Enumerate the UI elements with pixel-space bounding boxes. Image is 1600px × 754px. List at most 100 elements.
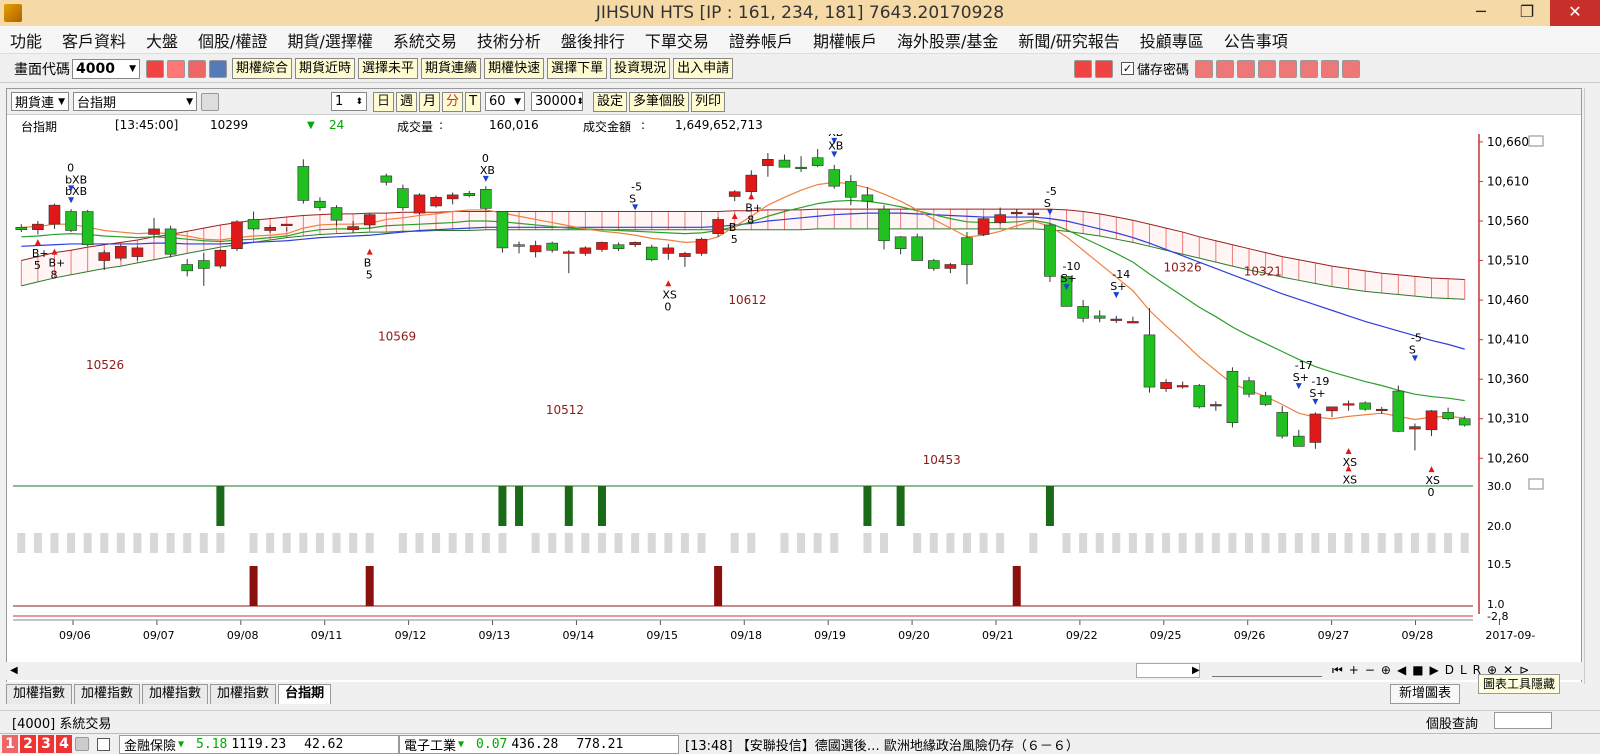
menu-item-11[interactable]: 海外股票/基金 [887, 28, 1008, 52]
chart-tab-0[interactable]: 加權指數 [6, 684, 73, 704]
page-2-button[interactable]: 2 [20, 735, 36, 753]
screen-code-select[interactable]: 4000 ▼ [72, 58, 140, 79]
period-button-0[interactable]: 日 [373, 91, 395, 112]
save-password-label: 儲存密碼 [1136, 63, 1189, 78]
tool-icon-3[interactable] [1237, 59, 1255, 78]
indicator-gray-bar [631, 533, 640, 553]
close-button[interactable]: ✕ [1550, 0, 1600, 26]
tool-icon-5[interactable] [1279, 59, 1297, 78]
ticker-checkbox[interactable] [97, 737, 110, 751]
price-tick-label: 10,460 [1487, 293, 1529, 307]
add-chart-button[interactable]: 新增圖表 [1390, 684, 1461, 704]
chart-type-select[interactable]: 期貨連 ▼ [11, 92, 69, 111]
menu-item-14[interactable]: 公告事項 [1214, 28, 1298, 52]
indicator-gray-bar [913, 533, 922, 553]
arrow-left-icon[interactable] [1073, 59, 1092, 78]
symbol-select[interactable]: 台指期 ▼ [73, 92, 197, 111]
vertical-scrollbar[interactable] [1584, 88, 1600, 684]
toolbar-button-6[interactable]: 投資現況 [610, 58, 671, 79]
window-tab[interactable]: [4000] 系統交易 [12, 713, 111, 732]
toolbar-button-3[interactable]: 期貨連續 [421, 58, 482, 79]
menu-item-6[interactable]: 技術分析 [467, 28, 551, 52]
signal-value: -5 [1411, 331, 1422, 344]
menu-item-1[interactable]: 客戶資料 [52, 28, 136, 52]
count-stepper[interactable]: 1 ⬍ [331, 92, 367, 111]
page-1-button[interactable]: 1 [2, 735, 18, 753]
candle-body [32, 223, 44, 230]
minimize-button[interactable]: ─ [1458, 0, 1504, 26]
print-button[interactable]: 列印 [691, 91, 726, 112]
menu-item-2[interactable]: 大盤 [136, 28, 188, 52]
tool-icon-8[interactable] [1342, 59, 1360, 78]
period-button-2[interactable]: 月 [419, 91, 441, 112]
hide-tools-tooltip[interactable]: 圖表工具隱藏 [1478, 674, 1561, 694]
period-button-1[interactable]: 週 [396, 91, 418, 112]
signal-label: XB [480, 164, 495, 177]
chevron-down-icon: ▼ [186, 96, 193, 107]
search-icon[interactable] [146, 59, 164, 78]
screen-code-value: 4000 [76, 60, 115, 77]
toolbar-button-2[interactable]: 選擇未平 [358, 58, 419, 79]
multi-stock-button[interactable]: 多筆個股 [629, 91, 690, 112]
chart-tab-4[interactable]: 台指期 [278, 684, 332, 704]
scroll-right-icon[interactable]: ▶ [1192, 665, 1200, 676]
menu-item-12[interactable]: 新聞/研究報告 [1008, 28, 1129, 52]
candle-body [1210, 404, 1222, 407]
window-tab-row: [4000] 系統交易 個股查詢 [0, 710, 1600, 732]
toolbar-button-0[interactable]: 期權綜合 [232, 58, 293, 79]
horizontal-scrollbar-thumb[interactable] [1136, 663, 1200, 678]
scroll-left-icon[interactable]: ◀ [10, 665, 18, 676]
chart-tab-1[interactable]: 加權指數 [74, 684, 141, 704]
price-chart[interactable]: 105261056910512106121045310326 10321bXB0b… [7, 134, 1581, 664]
menu-item-7[interactable]: 盤後排行 [551, 28, 635, 52]
chart-annotation: 10512 [546, 403, 584, 417]
tool-icon-2[interactable] [1216, 59, 1234, 78]
chart-tab-3[interactable]: 加權指數 [210, 684, 277, 704]
menu-item-8[interactable]: 下單交易 [635, 28, 719, 52]
signal-value: 5 [366, 269, 373, 282]
indicator-gray-bar [1294, 533, 1303, 553]
period-button-3[interactable]: 分 [442, 91, 464, 112]
chart-tab-2[interactable]: 加權指數 [142, 684, 209, 704]
candle-body [181, 264, 194, 272]
menu-item-5[interactable]: 系統交易 [383, 28, 467, 52]
candle-body [1226, 370, 1239, 423]
indicator-gray-bar [1460, 533, 1469, 553]
menu-item-9[interactable]: 證券帳戶 [719, 28, 803, 52]
calendar-icon[interactable] [188, 59, 206, 78]
menu-item-0[interactable]: 功能 [0, 28, 52, 52]
date-tick-label: 09/14 [562, 629, 594, 642]
tool-icon-1[interactable] [1195, 59, 1213, 78]
arrow-right-icon[interactable] [1094, 59, 1113, 78]
folder-icon[interactable] [167, 59, 185, 78]
tool-icon-7[interactable] [1321, 59, 1339, 78]
chart-annotation: 10526 [86, 358, 124, 372]
magnifier-icon[interactable] [201, 92, 219, 111]
menu-item-3[interactable]: 個股/權證 [188, 28, 277, 52]
tool-icon-4[interactable] [1258, 59, 1276, 78]
lock-icon[interactable] [75, 737, 89, 751]
stock-query-input[interactable] [1494, 712, 1552, 729]
indicator-gray-bar [1079, 533, 1088, 553]
period-button-4[interactable]: T [465, 91, 482, 112]
page-4-button[interactable]: 4 [56, 735, 72, 753]
dropdown-icon[interactable] [209, 59, 227, 78]
maximize-button[interactable]: ❐ [1504, 0, 1550, 26]
candle-body [529, 245, 542, 253]
menu-item-10[interactable]: 期權帳戶 [803, 28, 887, 52]
toolbar-button-7[interactable]: 出入申請 [673, 58, 734, 79]
toolbar-button-4[interactable]: 期權快速 [484, 58, 545, 79]
news-ticker[interactable]: [13:48] 【安聯投信】德國選後… 歐洲地緣政治風險仍存（６－６） [685, 735, 1079, 754]
bars-stepper[interactable]: 30000 ⬍ [531, 92, 584, 111]
menu-item-13[interactable]: 投顧專區 [1130, 28, 1214, 52]
interval-select[interactable]: 60 ▼ [485, 92, 526, 111]
menu-item-4[interactable]: 期貨/選擇權 [277, 28, 382, 52]
page-3-button[interactable]: 3 [38, 735, 54, 753]
toolbar-button-1[interactable]: 期貨近時 [295, 58, 356, 79]
zoom-slider[interactable] [1212, 664, 1322, 677]
toolbar-button-5[interactable]: 選擇下單 [547, 58, 608, 79]
volume-colon: : [439, 118, 444, 132]
tool-icon-6[interactable] [1300, 59, 1318, 78]
settings-button[interactable]: 設定 [593, 91, 628, 112]
save-password-checkbox[interactable]: ✓ [1120, 62, 1134, 75]
